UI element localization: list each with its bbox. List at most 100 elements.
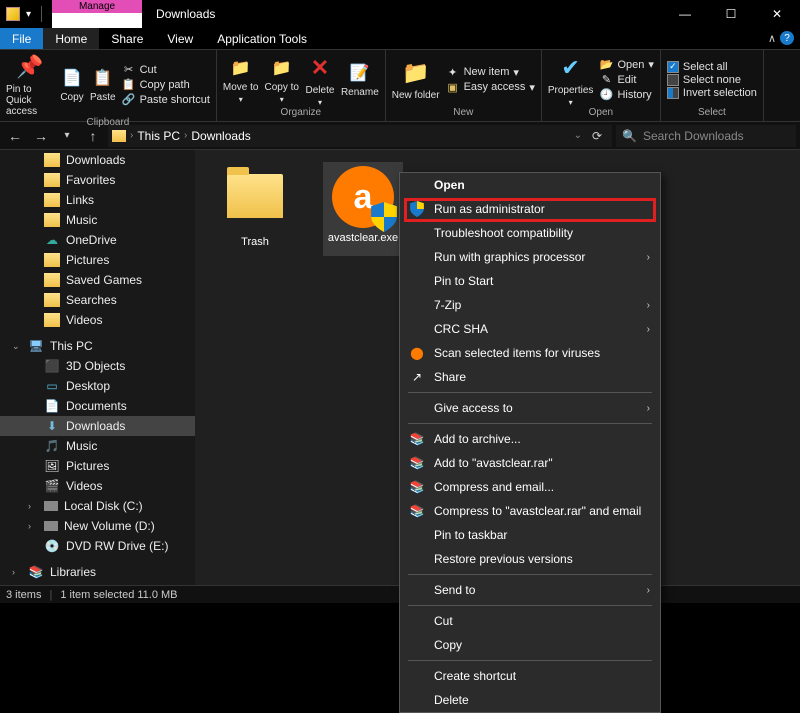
search-placeholder: Search Downloads (643, 129, 744, 143)
open-button[interactable]: 📂Open ▾ (599, 58, 653, 72)
sidebar-item-desktop[interactable]: ▭Desktop (0, 376, 195, 396)
delete-button[interactable]: ✕Delete▾ (305, 53, 335, 107)
group-select-label: Select (667, 107, 757, 119)
sidebar-item-local-disk-c[interactable]: ›Local Disk (C:) (0, 496, 195, 516)
sidebar-item-pictures[interactable]: Pictures (0, 250, 195, 270)
properties-button[interactable]: ✔Properties▾ (548, 53, 594, 107)
crumb-downloads[interactable]: Downloads (191, 129, 250, 143)
ctx-add-archive[interactable]: 📚Add to archive... (400, 427, 660, 451)
file-avastclear[interactable]: a avastclear.exe (323, 162, 403, 256)
ctx-run-as-admin[interactable]: Run as administrator (400, 197, 660, 221)
select-all-button[interactable]: ✓Select all (667, 61, 757, 73)
sidebar-item-libraries[interactable]: ›📚Libraries (0, 562, 195, 582)
sidebar-item-downloads[interactable]: Downloads (0, 150, 195, 170)
move-to-button[interactable]: 📁Move to▾ (223, 56, 259, 104)
sidebar-item-music[interactable]: Music (0, 210, 195, 230)
sidebar-item-music-pc[interactable]: 🎵Music (0, 436, 195, 456)
status-selected: 1 item selected 11.0 MB (60, 589, 177, 601)
invert-selection-button[interactable]: Invert selection (667, 87, 757, 99)
minimize-button[interactable]: — (662, 0, 708, 28)
ctx-crc-sha[interactable]: CRC SHA› (400, 317, 660, 341)
status-item-count: 3 items (6, 589, 41, 601)
ctx-share[interactable]: ↗Share (400, 365, 660, 389)
folder-icon (227, 174, 283, 218)
ctx-pin-start[interactable]: Pin to Start (400, 269, 660, 293)
ctx-compress-email[interactable]: 📚Compress and email... (400, 475, 660, 499)
sidebar-item-links[interactable]: Links (0, 190, 195, 210)
sidebar-item-favorites[interactable]: Favorites (0, 170, 195, 190)
sidebar-item-downloads-pc[interactable]: ⬇Downloads (0, 416, 195, 436)
rename-button[interactable]: 📝Rename (341, 61, 379, 98)
edit-button[interactable]: ✎Edit (599, 73, 653, 87)
ctx-restore-prev[interactable]: Restore previous versions (400, 547, 660, 571)
ctx-cut[interactable]: Cut (400, 609, 660, 633)
sidebar-item-this-pc[interactable]: ⌄🖥This PC (0, 336, 195, 356)
new-item-button[interactable]: ✦New item ▾ (446, 65, 535, 79)
select-none-button[interactable]: Select none (667, 74, 757, 86)
file-label: Trash (241, 236, 269, 248)
ribbon: 📌Pin to Quick access 📄Copy 📋Paste ✂Cut 📋… (0, 50, 800, 122)
easy-access-button[interactable]: ▣Easy access ▾ (446, 80, 535, 94)
title-bar: ▾ Manage Downloads — ☐ ✕ (0, 0, 800, 28)
crumb-this-pc[interactable]: This PC (137, 129, 180, 143)
refresh-button[interactable]: ⟳ (586, 129, 608, 143)
sidebar-item-videos[interactable]: Videos (0, 310, 195, 330)
ctx-give-access[interactable]: Give access to› (400, 396, 660, 420)
ctx-pin-taskbar[interactable]: Pin to taskbar (400, 523, 660, 547)
help-icon[interactable]: ? (780, 31, 794, 45)
copy-path-button[interactable]: 📋Copy path (122, 78, 210, 92)
sidebar-item-pictures-pc[interactable]: 🖼Pictures (0, 456, 195, 476)
contextual-tab[interactable]: Manage (52, 0, 142, 28)
ctx-7zip[interactable]: 7-Zip› (400, 293, 660, 317)
ctx-copy[interactable]: Copy (400, 633, 660, 657)
sidebar-item-dvd-rw-e[interactable]: 💿DVD RW Drive (E:) (0, 536, 195, 556)
tab-home[interactable]: Home (43, 28, 99, 49)
close-button[interactable]: ✕ (754, 0, 800, 28)
cut-button[interactable]: ✂Cut (122, 63, 210, 77)
sidebar-item-searches[interactable]: Searches (0, 290, 195, 310)
new-folder-button[interactable]: 📁New folder (392, 58, 440, 101)
ribbon-collapse-icon[interactable]: ∧ (768, 32, 776, 45)
file-label: avastclear.exe (328, 232, 398, 244)
breadcrumb-dropdown-icon[interactable]: ⌄ (574, 130, 582, 141)
search-icon: 🔍 (622, 129, 637, 143)
search-input[interactable]: 🔍 Search Downloads (616, 125, 796, 147)
ctx-open[interactable]: Open (400, 173, 660, 197)
ctx-send-to[interactable]: Send to› (400, 578, 660, 602)
ctx-add-rar[interactable]: 📚Add to "avastclear.rar" (400, 451, 660, 475)
ctx-scan-virus[interactable]: ⬤Scan selected items for viruses (400, 341, 660, 365)
group-open-label: Open (548, 107, 654, 119)
window-title: Downloads (156, 7, 215, 21)
sidebar-item-onedrive[interactable]: ☁OneDrive (0, 230, 195, 250)
ctx-troubleshoot[interactable]: Troubleshoot compatibility (400, 221, 660, 245)
folder-icon (112, 130, 126, 142)
sidebar-item-saved-games[interactable]: Saved Games (0, 270, 195, 290)
sidebar-item-new-volume-d[interactable]: ›New Volume (D:) (0, 516, 195, 536)
tab-view[interactable]: View (155, 28, 205, 49)
avast-icon: a (332, 166, 394, 228)
file-trash[interactable]: Trash (215, 162, 295, 248)
navigation-pane[interactable]: Downloads Favorites Links Music ☁OneDriv… (0, 150, 195, 585)
ctx-compress-rar-email[interactable]: 📚Compress to "avastclear.rar" and email (400, 499, 660, 523)
ctx-create-shortcut[interactable]: Create shortcut (400, 664, 660, 688)
ctx-run-gfx[interactable]: Run with graphics processor› (400, 245, 660, 269)
ctx-delete[interactable]: Delete (400, 688, 660, 712)
group-new-label: New (392, 107, 535, 119)
context-menu: Open Run as administrator Troubleshoot c… (399, 172, 661, 713)
tab-file[interactable]: File (0, 28, 43, 49)
copy-to-button[interactable]: 📁Copy to▾ (264, 56, 298, 104)
pin-quick-access-button[interactable]: 📌Pin to Quick access (6, 52, 54, 117)
manage-ribbon-label: Manage (52, 0, 142, 13)
tab-application-tools[interactable]: Application Tools (205, 28, 319, 49)
uac-shield-icon (370, 202, 398, 232)
sidebar-item-documents[interactable]: 📄Documents (0, 396, 195, 416)
sidebar-item-videos-pc[interactable]: 🎬Videos (0, 476, 195, 496)
tab-share[interactable]: Share (99, 28, 155, 49)
sidebar-item-3d-objects[interactable]: ⬛3D Objects (0, 356, 195, 376)
copy-button[interactable]: 📄Copy (60, 66, 84, 103)
history-button[interactable]: 🕘History (599, 88, 653, 102)
maximize-button[interactable]: ☐ (708, 0, 754, 28)
paste-button[interactable]: 📋Paste (90, 66, 116, 103)
paste-shortcut-button[interactable]: 🔗Paste shortcut (122, 93, 210, 107)
qat-dropdown-icon[interactable]: ▾ (26, 9, 31, 20)
